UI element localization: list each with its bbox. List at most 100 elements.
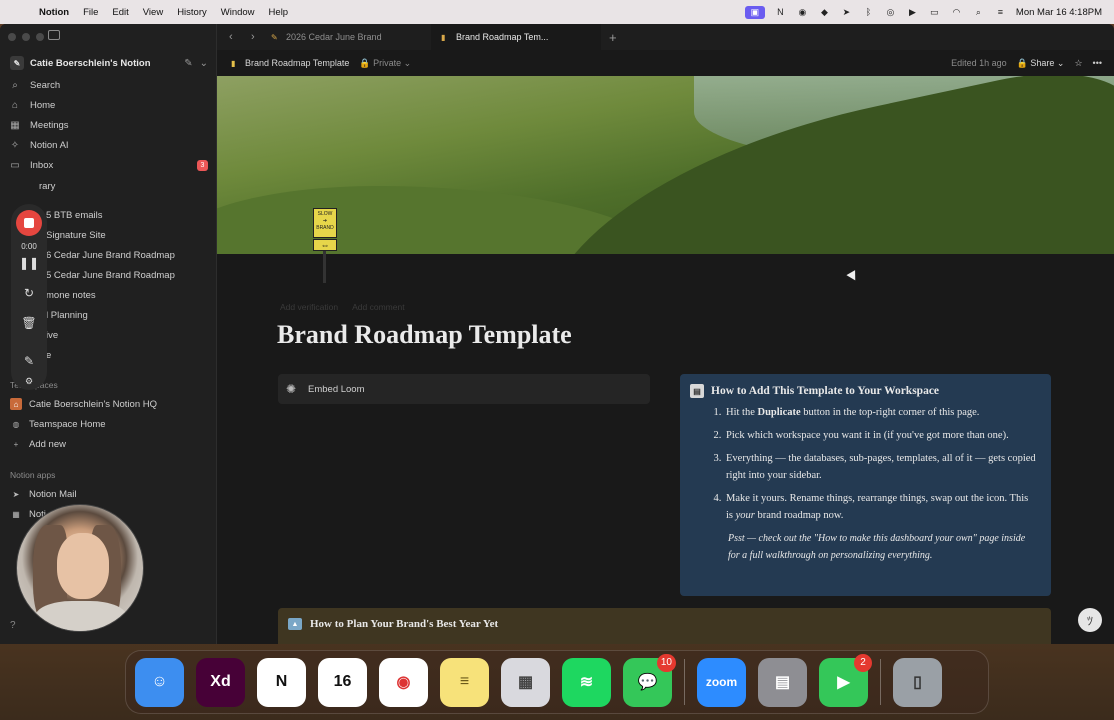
menu-edit[interactable]: Edit xyxy=(112,7,128,18)
dock-separator xyxy=(880,659,881,705)
clipboard-icon: ▤ xyxy=(690,384,704,398)
dock-calendar-icon[interactable]: 16 xyxy=(318,657,367,707)
dock-app-label: ≋ xyxy=(579,674,594,691)
notion-tray-icon[interactable]: N xyxy=(774,7,787,18)
dock-notification-badge: 2 xyxy=(854,653,872,672)
screen-record-icon[interactable]: ▣ xyxy=(744,5,765,19)
sidebar-page-item[interactable]: Signature Site xyxy=(46,230,106,241)
dock-calculator-icon[interactable]: ▤ xyxy=(758,657,807,707)
airdrop-icon[interactable]: ◎ xyxy=(884,7,897,18)
dock-notes-icon[interactable]: ≡ xyxy=(440,657,489,707)
help-circle-icon[interactable]: ? xyxy=(10,620,16,631)
menu-history[interactable]: History xyxy=(177,7,207,18)
close-window-icon[interactable] xyxy=(8,33,16,41)
new-tab-icon[interactable]: + xyxy=(609,30,617,45)
sidebar-item-home[interactable]: ⌂ Home xyxy=(8,95,208,115)
dock-notification-badge: 10 xyxy=(656,653,676,672)
dock-finder-icon[interactable]: ☺ xyxy=(135,657,184,707)
menu-view[interactable]: View xyxy=(143,7,163,18)
menu-file[interactable]: File xyxy=(83,7,98,18)
back-arrow-icon[interactable]: ‹ xyxy=(229,31,239,43)
sidebar-page-item[interactable]: 5 BTB emails xyxy=(46,210,103,221)
ai-assistant-button[interactable]: ﾂ xyxy=(1078,608,1102,632)
pause-icon[interactable]: ❚❚ xyxy=(11,256,47,270)
dropbox-icon[interactable]: ◆ xyxy=(818,7,831,18)
stop-recording-button[interactable] xyxy=(16,210,42,236)
privacy-label: Private xyxy=(373,57,402,68)
dock-trash-icon[interactable]: ▯ xyxy=(893,657,942,707)
page-title[interactable]: Brand Roadmap Template xyxy=(277,320,572,350)
chevron-down-icon[interactable]: ⌄ xyxy=(200,58,208,69)
dock-spotify-icon[interactable]: ≋ xyxy=(562,657,611,707)
webcam-bubble[interactable] xyxy=(16,504,144,632)
workspace-switcher[interactable]: ✎ Catie Boerschlein's Notion ✎ ⌄ xyxy=(10,54,208,72)
bluetooth-icon[interactable]: ᛒ xyxy=(862,7,875,18)
sidebar-item-search[interactable]: ⌕ Search xyxy=(8,75,208,95)
menu-app-name[interactable]: Notion xyxy=(39,7,69,18)
menu-window[interactable]: Window xyxy=(221,7,255,18)
trash-icon[interactable]: 🗑 xyxy=(11,316,47,330)
add-comment-button[interactable]: Add comment xyxy=(352,302,404,312)
control-center-icon[interactable]: ≡ xyxy=(994,7,1007,18)
dock-app-label: ≡ xyxy=(459,673,470,690)
sidebar-toggle-icon[interactable] xyxy=(48,30,60,40)
share-button[interactable]: 🔒 Share ⌄ xyxy=(1017,58,1065,69)
dock-facetime-icon[interactable]: ▶ 2 xyxy=(819,653,872,707)
breadcrumb-title[interactable]: Brand Roadmap Template xyxy=(245,58,349,68)
page-cover-image[interactable] xyxy=(217,76,1114,254)
menu-help[interactable]: Help xyxy=(269,7,289,18)
dock-launchpad-icon[interactable]: ▦ xyxy=(501,657,550,707)
draw-icon[interactable]: ✎ xyxy=(11,354,47,368)
embed-label: Embed Loom xyxy=(308,383,365,395)
workspace-name: Catie Boerschlein's Notion xyxy=(30,57,151,69)
sidebar-page-item[interactable]: rary xyxy=(39,181,55,192)
dock-zoom-icon[interactable]: zoom xyxy=(697,657,746,707)
restart-icon[interactable]: ↻ xyxy=(11,286,47,300)
tab-cedar-june[interactable]: ✎ 2026 Cedar June Brand xyxy=(261,24,431,50)
more-options-icon[interactable]: ••• xyxy=(1093,58,1102,68)
embed-loom-block[interactable]: ✺ Embed Loom xyxy=(278,374,650,404)
calendar-app-icon: ▦ xyxy=(12,509,20,519)
app-label: Notion Mail xyxy=(29,488,77,500)
dock-adobe-xd-icon[interactable]: Xd xyxy=(196,657,245,707)
page-icon: ✎ xyxy=(271,32,278,42)
teamspace-home[interactable]: ◍ Teamspace Home xyxy=(10,418,106,430)
forward-arrow-icon[interactable]: › xyxy=(251,31,261,43)
minimize-window-icon[interactable] xyxy=(22,33,30,41)
sidebar-page-item[interactable]: ive xyxy=(46,330,58,341)
callout-block[interactable]: ▤ How to Add This Template to Your Works… xyxy=(680,374,1051,596)
mail-icon: ➤ xyxy=(12,489,20,499)
sidebar-page-item[interactable]: l Planning xyxy=(46,310,88,321)
sidebar-page-item[interactable]: 6 Cedar June Brand Roadmap xyxy=(46,250,175,261)
sidebar-item-inbox[interactable]: ▭ Inbox 3 xyxy=(8,155,208,175)
loom-recorder-controls: 0:00 ❚❚ ↻ 🗑 ✎ ⚙ xyxy=(11,204,47,390)
sidebar-item-meetings[interactable]: ▦ Meetings xyxy=(8,115,208,135)
settings-icon[interactable]: ⚙ xyxy=(11,376,47,387)
sidebar-item-notion-ai[interactable]: ✧ Notion AI xyxy=(8,135,208,155)
landscape-image-icon: ▲ xyxy=(288,618,302,630)
privacy-toggle[interactable]: 🔒 Private ⌄ xyxy=(359,58,411,69)
teamspace-hq[interactable]: ⌂ Catie Boerschlein's Notion HQ xyxy=(10,398,157,410)
dock-messages-icon[interactable]: 💬 10 xyxy=(623,653,676,707)
add-verification-button[interactable]: Add verification xyxy=(280,302,338,312)
tab-bar: ‹ › ✎ 2026 Cedar June Brand ▮ Brand Road… xyxy=(217,24,1114,50)
sidebar-page-item[interactable]: mone notes xyxy=(46,290,96,301)
chrome-tray-icon[interactable]: ◉ xyxy=(796,7,809,18)
play-icon[interactable]: ▶ xyxy=(906,7,919,18)
add-new-teamspace[interactable]: + Add new xyxy=(10,438,66,450)
new-page-icon[interactable]: ✎ xyxy=(184,58,192,69)
plan-section-block[interactable]: ▲ How to Plan Your Brand's Best Year Yet xyxy=(278,608,1051,644)
battery-icon[interactable]: ▭ xyxy=(928,7,941,18)
dock-app-label: 💬 xyxy=(637,674,658,691)
sidebar-page-item[interactable]: 5 Cedar June Brand Roadmap xyxy=(46,270,175,281)
star-icon[interactable]: ☆ xyxy=(1074,58,1082,69)
menubar-clock[interactable]: Mon Mar 16 4:18PM xyxy=(1016,7,1102,18)
zoom-window-icon[interactable] xyxy=(36,33,44,41)
wifi-icon[interactable]: ◠ xyxy=(950,7,963,18)
dock-notion-icon[interactable]: N xyxy=(257,657,306,707)
tab-brand-roadmap[interactable]: ▮ Brand Roadmap Tem... xyxy=(431,24,601,50)
dock-chrome-icon[interactable]: ◉ xyxy=(379,657,428,707)
notion-mail-link[interactable]: ➤ Notion Mail xyxy=(10,488,77,500)
send-icon[interactable]: ➤ xyxy=(840,7,853,18)
spotlight-icon[interactable]: ⌕ xyxy=(972,7,985,18)
